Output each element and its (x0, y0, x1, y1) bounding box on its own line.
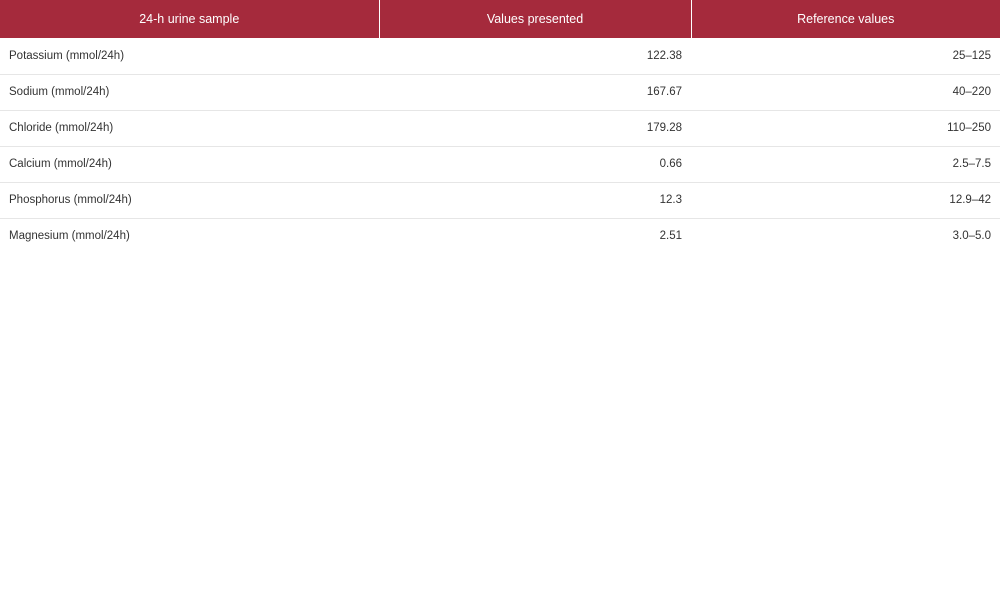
cell-value: 179.28 (379, 110, 691, 147)
cell-value: 12.3 (379, 182, 691, 219)
cell-reference: 12.9–42 (691, 182, 1000, 219)
cell-analyte: Potassium (mmol/24h) (0, 38, 379, 75)
cell-reference: 40–220 (691, 74, 1000, 111)
cell-value: 2.51 (659, 230, 682, 243)
cell-value: 0.66 (379, 146, 691, 183)
table-row: Magnesium (mmol/24h) 2.51 3.0–5.0 (0, 218, 1000, 254)
cell-reference: 110–250 (691, 110, 1000, 147)
cell-reference: 3.0–5.0 (952, 230, 991, 243)
table-row: Chloride (mmol/24h) 179.28 110–250 (0, 110, 1000, 147)
table-header: 24-h urine sample Values presented Refer… (0, 0, 1000, 38)
cell-analyte: Phosphorus (mmol/24h) (0, 182, 379, 219)
column-header-reference: Reference values (691, 0, 1000, 38)
cell-value: 122.38 (379, 38, 691, 75)
column-header-values: Values presented (379, 0, 692, 38)
table-body: Potassium (mmol/24h) 122.38 25–125 Sodiu… (0, 38, 1000, 254)
table-row: Sodium (mmol/24h) 167.67 40–220 (0, 74, 1000, 111)
table-row: Potassium (mmol/24h) 122.38 25–125 (0, 38, 1000, 75)
column-header-sample: 24-h urine sample (0, 0, 380, 38)
cell-analyte: Magnesium (mmol/24h) (9, 230, 130, 243)
urine-sample-table: 24-h urine sample Values presented Refer… (0, 0, 1000, 254)
cell-analyte: Calcium (mmol/24h) (0, 146, 379, 183)
table-row: Phosphorus (mmol/24h) 12.3 12.9–42 (0, 182, 1000, 219)
cell-reference: 2.5–7.5 (691, 146, 1000, 183)
cell-analyte: Sodium (mmol/24h) (0, 74, 379, 111)
cell-value: 167.67 (379, 74, 691, 111)
cell-reference: 25–125 (691, 38, 1000, 75)
table-row: Calcium (mmol/24h) 0.66 2.5–7.5 (0, 146, 1000, 183)
lab-results-table-container: 24-h urine sample Values presented Refer… (0, 0, 1000, 254)
cell-analyte: Chloride (mmol/24h) (0, 110, 379, 147)
header-row: 24-h urine sample Values presented Refer… (0, 0, 1000, 38)
